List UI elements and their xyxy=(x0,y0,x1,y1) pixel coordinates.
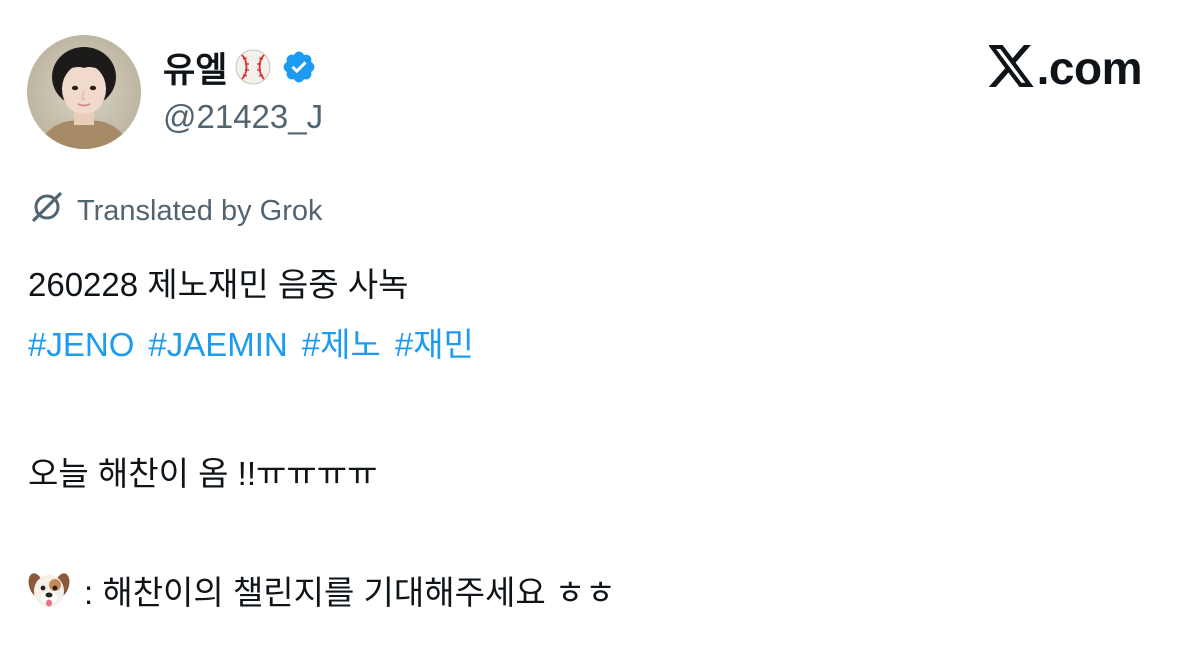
hashtag-link[interactable]: #JAEMIN xyxy=(148,326,287,363)
hashtag-link[interactable]: #제노 xyxy=(302,326,381,363)
translation-label: Translated by Grok xyxy=(77,194,323,227)
avatar[interactable] xyxy=(27,35,141,149)
hashtag-link[interactable]: #JENO xyxy=(28,326,134,363)
dog-face-icon xyxy=(28,569,70,611)
x-com-logo: .com xyxy=(987,42,1143,94)
hashtag-list: #JENO #JAEMIN #제노 #재민 xyxy=(28,318,474,366)
translation-notice[interactable]: Translated by Grok xyxy=(29,191,323,231)
tweet-card: 유엘 @21423_J .com Translated by Grok 2602… xyxy=(0,0,1200,650)
hashtag-link[interactable]: #재민 xyxy=(395,326,474,363)
author-handle[interactable]: @21423_J xyxy=(163,98,323,136)
baseball-icon xyxy=(233,47,273,87)
verified-badge-icon xyxy=(281,49,317,85)
logo-text: .com xyxy=(1036,42,1143,94)
x-logo-icon xyxy=(987,44,1035,92)
post-text-line-4: : 해찬이의 챌린지를 기대해주세요 ㅎㅎ xyxy=(28,566,616,614)
post-text-line-1: 260228 제노재민 음중 사녹 xyxy=(28,266,409,303)
post-text-line-3: 오늘 해찬이 옴 !!ㅠㅠㅠㅠ xyxy=(28,455,378,492)
post-text-line-4-text: : 해찬이의 챌린지를 기대해주세요 ㅎㅎ xyxy=(84,574,616,611)
author-name-row[interactable]: 유엘 xyxy=(163,40,317,94)
grok-icon xyxy=(29,189,65,233)
display-name[interactable]: 유엘 xyxy=(163,42,227,93)
avatar-photo xyxy=(27,35,141,149)
